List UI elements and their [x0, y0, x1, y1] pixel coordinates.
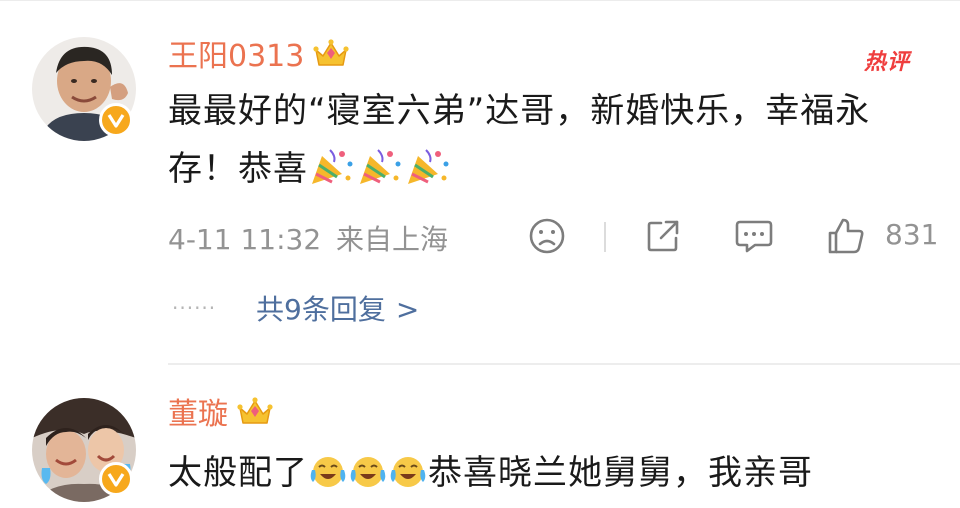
view-replies-link[interactable]: 共9条回复 >: [256, 288, 419, 328]
comment-button[interactable]: [734, 214, 774, 258]
comment-divider: [168, 363, 960, 365]
timestamp: 4-11 11:32: [168, 223, 322, 256]
hot-comment-tag: 热评: [864, 50, 911, 75]
comment-meta: 4-11 11:32 来自上海: [168, 218, 448, 258]
verified-v-icon: [99, 462, 133, 496]
comment-icon: [735, 220, 773, 253]
dislike-face-icon: [529, 218, 565, 254]
verified-v-icon: [99, 103, 133, 137]
username-text[interactable]: 董璇: [168, 397, 228, 432]
like-button[interactable]: [826, 214, 866, 258]
comment-body: 太般配了 恭喜晓兰她舅舅，我亲哥: [168, 444, 938, 508]
action-separator: [604, 222, 606, 252]
laugh-cry-icon: [308, 450, 348, 508]
like-thumb-icon: [828, 218, 864, 254]
comment-body: 最最好的“寝室六弟”达哥，新婚快乐，幸福永存！恭喜: [168, 82, 938, 204]
party-popper-icon: [356, 146, 402, 204]
crown-icon: [312, 38, 350, 79]
replies-dots: ······: [172, 296, 217, 320]
comment-text: 最最好的“寝室六弟”达哥，新婚快乐，幸福永存！恭喜: [168, 91, 871, 189]
party-popper-icon: [404, 146, 450, 204]
party-popper-icon: [308, 146, 354, 204]
comment-text: 太般配了: [168, 453, 308, 493]
share-icon: [647, 220, 679, 252]
laugh-cry-icon: [388, 450, 428, 508]
laugh-cry-icon: [348, 450, 388, 508]
like-count: 831: [885, 218, 939, 251]
comment-text-continued: 恭喜晓兰她舅舅，我亲哥: [428, 453, 813, 493]
username-text[interactable]: 王阳0313: [168, 39, 304, 74]
share-button[interactable]: [644, 214, 682, 258]
username[interactable]: 董璇: [168, 396, 274, 437]
location: 来自上海: [336, 223, 449, 256]
replies-label: 共9条回复: [256, 293, 386, 326]
chevron-right-icon: >: [395, 293, 420, 326]
username[interactable]: 王阳0313: [168, 38, 350, 79]
top-divider: [0, 0, 960, 1]
crown-icon: [236, 396, 274, 437]
dislike-button[interactable]: [528, 214, 566, 258]
